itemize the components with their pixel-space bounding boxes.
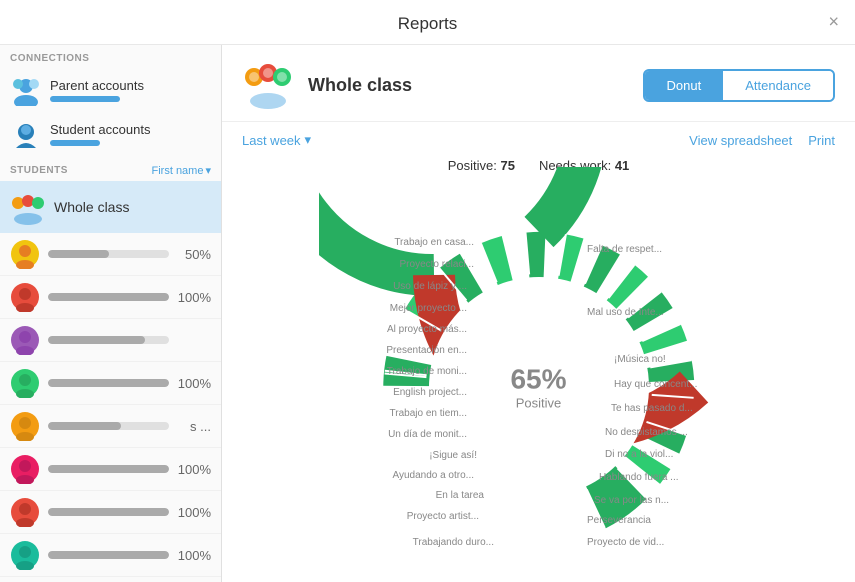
modal-header: Reports × [0, 0, 855, 45]
student-item[interactable]: 100% [0, 491, 221, 534]
svg-text:¡Música no!: ¡Música no! [614, 354, 666, 365]
student-progress-1 [48, 250, 169, 258]
svg-text:Hay que concent...: Hay que concent... [614, 379, 697, 390]
svg-text:Uso de lápiz y ...: Uso de lápiz y ... [393, 281, 467, 292]
student-avatar-2-icon [10, 282, 40, 312]
student-item[interactable]: 100% [0, 534, 221, 577]
first-name-sort-button[interactable]: First name ▾ [152, 164, 212, 177]
svg-text:Te has pasado d...: Te has pasado d... [611, 403, 693, 414]
donut-chart-wrapper: Trabajo en casa... Proyecto relaci... Us… [319, 167, 759, 582]
svg-text:No despistamos ...: No despistamos ... [605, 427, 688, 438]
toolbar-right: View spreadsheet Print [689, 133, 835, 148]
student-pct-6: 100% [175, 462, 211, 477]
student-pct-8: 100% [175, 548, 211, 563]
svg-text:Presentación en...: Presentación en... [386, 345, 467, 356]
student-pct-1: 50% [175, 247, 211, 262]
student-item[interactable]: s ... [0, 405, 221, 448]
svg-text:Proyecto relaci...: Proyecto relaci... [399, 259, 473, 270]
student-avatar-3-icon [10, 325, 40, 355]
student-item[interactable] [0, 319, 221, 362]
svg-text:¡Sigue así!: ¡Sigue así! [429, 450, 477, 461]
student-pct-7: 100% [175, 505, 211, 520]
student-pct-5: s ... [175, 419, 211, 434]
student-progress-8 [48, 551, 169, 559]
student-item[interactable]: 50% [0, 233, 221, 276]
parent-accounts-icon [10, 74, 42, 106]
class-title: Whole class [308, 75, 643, 96]
student-progress-7 [48, 508, 169, 516]
svg-text:En la tarea: En la tarea [435, 490, 484, 501]
svg-text:Proyecto artist...: Proyecto artist... [406, 511, 478, 522]
student-item[interactable]: 100% [0, 276, 221, 319]
whole-class-item[interactable]: Whole class [0, 181, 221, 233]
student-progress-4 [48, 379, 169, 387]
students-label: STUDENTS [10, 165, 68, 176]
svg-text:Proyecto de vid...: Proyecto de vid... [587, 537, 664, 548]
student-avatar-8-icon [10, 540, 40, 570]
connections-label: CONNECTIONS [0, 45, 221, 68]
svg-text:Di no a la viol...: Di no a la viol... [605, 449, 673, 460]
svg-text:Trabajo de moni...: Trabajo de moni... [386, 366, 466, 377]
parent-accounts-name: Parent accounts [50, 78, 211, 93]
svg-text:Trabajando duro...: Trabajando duro... [412, 537, 493, 548]
week-arrow-icon: ▾ [305, 132, 312, 148]
student-progress-2 [48, 293, 169, 301]
modal-container: Reports × CONNECTIONS Parent accounts [0, 0, 855, 582]
sort-arrow-icon: ▾ [205, 164, 211, 177]
svg-text:Ayudando a otro...: Ayudando a otro... [392, 470, 474, 481]
parent-accounts-bar [50, 96, 120, 102]
whole-class-label: Whole class [54, 199, 129, 215]
svg-text:Hablando fuera ...: Hablando fuera ... [599, 472, 679, 483]
whole-class-avatar-icon [10, 189, 46, 225]
report-tab-group: Donut Attendance [643, 69, 835, 102]
parent-accounts-item[interactable]: Parent accounts [0, 68, 221, 112]
student-avatar-4-icon [10, 368, 40, 398]
week-filter-button[interactable]: Last week ▾ [242, 132, 311, 148]
student-accounts-info: Student accounts [50, 122, 211, 146]
student-item[interactable]: 100% [0, 448, 221, 491]
modal-title: Reports [398, 14, 458, 33]
student-avatar-6-icon [10, 454, 40, 484]
svg-text:Trabajo en casa...: Trabajo en casa... [394, 237, 474, 248]
tab-attendance-button[interactable]: Attendance [723, 71, 833, 100]
main-content: Whole class Donut Attendance Last week ▾… [222, 45, 855, 582]
week-label: Last week [242, 133, 301, 148]
svg-text:Falta de respet...: Falta de respet... [587, 244, 662, 255]
student-item[interactable]: 100% [0, 362, 221, 405]
donut-chart-svg: Trabajo en casa... Proyecto relaci... Us… [319, 167, 759, 582]
report-header: Whole class Donut Attendance [222, 45, 855, 122]
class-avatar-icon [242, 59, 294, 111]
student-pct-2: 100% [175, 290, 211, 305]
print-link[interactable]: Print [808, 133, 835, 148]
sidebar: CONNECTIONS Parent accounts [0, 45, 222, 582]
student-accounts-name: Student accounts [50, 122, 211, 137]
report-toolbar: Last week ▾ View spreadsheet Print [222, 122, 855, 158]
parent-accounts-info: Parent accounts [50, 78, 211, 102]
student-accounts-item[interactable]: Student accounts [0, 112, 221, 156]
modal-body: CONNECTIONS Parent accounts [0, 45, 855, 582]
close-button[interactable]: × [828, 12, 839, 33]
svg-text:Un día de monit...: Un día de monit... [388, 429, 467, 440]
svg-text:Se va por las n...: Se va por las n... [594, 495, 669, 506]
student-avatar-7-icon [10, 497, 40, 527]
svg-text:Trabajo en tiem...: Trabajo en tiem... [389, 408, 466, 419]
chart-area: Positive: 75 Needs work: 41 [222, 158, 855, 582]
student-progress-3 [48, 336, 169, 344]
student-accounts-bar [50, 140, 100, 146]
student-pct-4: 100% [175, 376, 211, 391]
student-accounts-icon [10, 118, 42, 150]
student-progress-6 [48, 465, 169, 473]
first-name-label: First name [152, 165, 204, 177]
svg-text:English project...: English project... [393, 387, 467, 398]
svg-text:Mal uso de Inte...: Mal uso de Inte... [587, 307, 664, 318]
svg-text:Al proyecto más...: Al proyecto más... [386, 324, 466, 335]
view-spreadsheet-link[interactable]: View spreadsheet [689, 133, 792, 148]
student-avatar-1-icon [10, 239, 40, 269]
tab-donut-button[interactable]: Donut [645, 71, 724, 100]
student-avatar-5-icon [10, 411, 40, 441]
svg-text:Mejor proyecto ...: Mejor proyecto ... [389, 303, 466, 314]
svg-text:Perseverancia: Perseverancia [587, 515, 651, 526]
students-header: STUDENTS First name ▾ [0, 156, 221, 181]
student-progress-5 [48, 422, 169, 430]
